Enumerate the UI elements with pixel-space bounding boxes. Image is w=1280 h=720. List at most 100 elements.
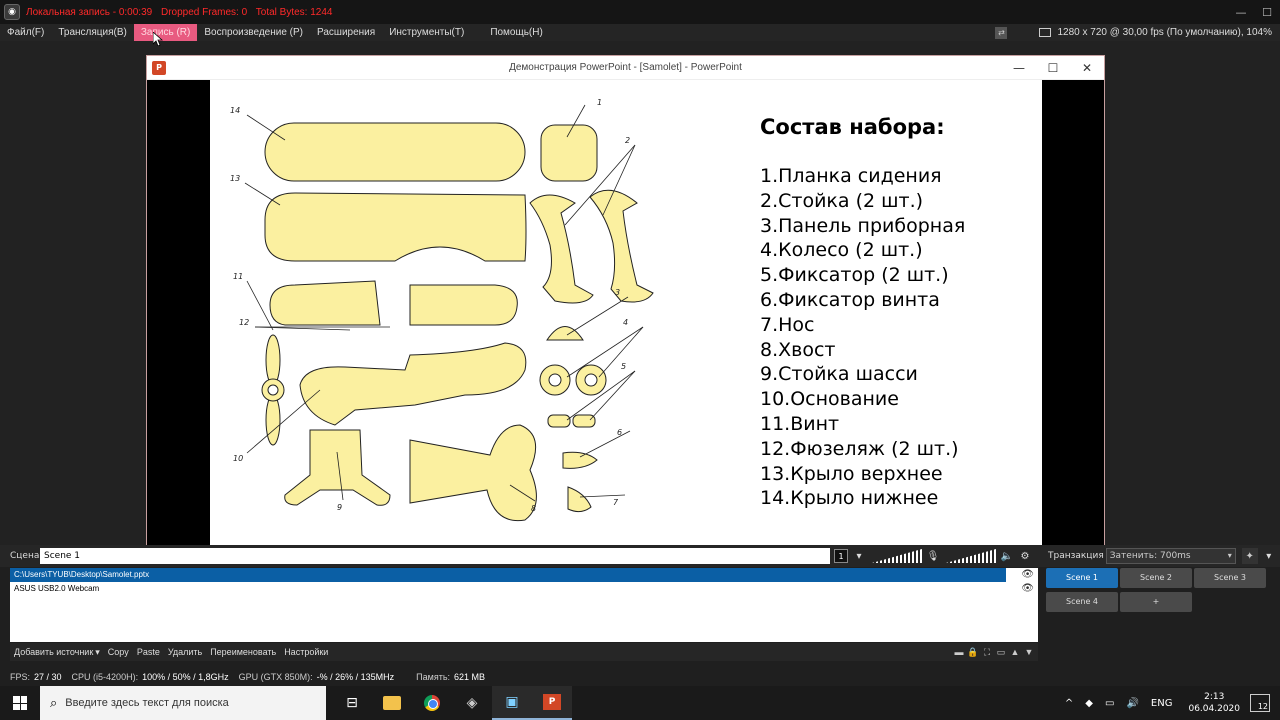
add-transition-icon[interactable]: ✦ xyxy=(1241,548,1258,564)
windows-icon xyxy=(13,696,27,710)
lock-icon[interactable]: 🔒 xyxy=(966,645,980,659)
recording-time: Локальная запись - 0:00:39 xyxy=(26,6,153,18)
label-10: 10 xyxy=(233,454,243,463)
menu-help[interactable]: Помощь(H) xyxy=(483,24,550,41)
maximize-icon[interactable]: ☐ xyxy=(1254,0,1280,24)
add-scene-button[interactable]: + xyxy=(1120,592,1192,612)
clock-time: 2:13 xyxy=(1204,692,1225,702)
part-strut-left xyxy=(529,194,594,304)
menu-bar: Файл(F) Трансляция(B) Запись (R) Воспрои… xyxy=(0,24,1280,41)
resize-icon[interactable]: ▭ xyxy=(994,645,1008,659)
clock-date: 06.04.2020 xyxy=(1188,704,1240,714)
microphone-icon[interactable]: 🎙 xyxy=(926,549,940,563)
menu-file[interactable]: Файл(F) xyxy=(0,24,51,41)
transition-select[interactable]: Затенить: 700ms xyxy=(1105,548,1236,564)
eye-icon[interactable]: 👁 xyxy=(1021,582,1034,596)
menu-broadcast[interactable]: Трансляция(B) xyxy=(51,24,134,41)
move-down-icon[interactable]: ▼ xyxy=(1022,645,1036,659)
folder-icon[interactable]: ▬ xyxy=(952,645,966,659)
chrome-icon[interactable] xyxy=(412,686,452,720)
fit-icon[interactable]: ⛶ xyxy=(980,645,994,659)
delete-button[interactable]: Удалить xyxy=(168,647,202,657)
parts-list: 1.Планка сидения 2.Стойка (2 шт.) 3.Пане… xyxy=(760,164,965,511)
fps-label: FPS: xyxy=(10,672,31,682)
part-propeller-top xyxy=(265,334,281,386)
mic-audio-meter[interactable] xyxy=(946,549,996,563)
share-icon[interactable]: ⇄ xyxy=(995,26,1008,39)
airplane-parts-diagram: 14 13 12 11 10 9 8 7 6 5 4 3 2 1 xyxy=(230,98,654,522)
add-source-button[interactable]: Добавить источник xyxy=(14,647,93,657)
powerpoint-taskbar-icon[interactable]: P xyxy=(532,686,572,720)
settings-button[interactable]: Настройки xyxy=(284,647,328,657)
windows-taskbar: ⌕ Введите здесь текст для поиска ⊟ ◈ ▣ P… xyxy=(0,686,1280,720)
move-up-icon[interactable]: ▲ xyxy=(1008,645,1022,659)
part-upper-wing xyxy=(264,192,527,262)
chevron-down-icon[interactable]: ▾ xyxy=(95,647,100,658)
minimize-icon[interactable]: — xyxy=(1228,0,1254,24)
desktop-audio-meter[interactable] xyxy=(872,549,922,563)
label-14: 14 xyxy=(230,106,240,115)
obs-taskbar-icon[interactable]: ▣ xyxy=(492,686,532,720)
label-7: 7 xyxy=(613,498,619,507)
search-placeholder: Введите здесь текст для поиска xyxy=(65,697,229,709)
menu-record[interactable]: Запись (R) xyxy=(133,24,198,41)
eye-icon[interactable]: 👁 xyxy=(1021,568,1034,582)
system-tray: ^ ◆ ▭ 🔊 ENG 2:13 06.04.2020 12 xyxy=(1059,686,1280,720)
start-button[interactable] xyxy=(0,686,40,720)
part-item: 2.Стойка (2 шт.) xyxy=(760,189,924,212)
copy-button[interactable]: Copy xyxy=(108,647,129,657)
part-prop-clamp xyxy=(562,451,598,469)
rename-button[interactable]: Переименовать xyxy=(210,647,276,657)
label-12: 12 xyxy=(239,318,249,327)
scene-button-4[interactable]: Scene 4 xyxy=(1046,592,1118,612)
label-3: 3 xyxy=(615,288,620,297)
scene-button-1[interactable]: Scene 1 xyxy=(1046,568,1118,588)
menu-extensions[interactable]: Расширения xyxy=(310,24,382,41)
volume-icon[interactable]: 🔊 xyxy=(1126,698,1138,709)
chevron-up-icon[interactable]: ^ xyxy=(1065,698,1073,709)
dropbox-icon[interactable]: ◆ xyxy=(1085,698,1093,709)
task-view-icon[interactable]: ⊟ xyxy=(332,686,372,720)
menu-playback[interactable]: Воспроизведение (P) xyxy=(197,24,310,41)
source-item[interactable]: C:\Users\TYUB\Desktop\Samolet.pptx 👁 xyxy=(10,568,1034,582)
language-indicator[interactable]: ENG xyxy=(1151,698,1173,709)
part-item: 7.Нос xyxy=(760,313,815,336)
chevron-down-icon[interactable]: ▾ xyxy=(1262,549,1276,563)
part-item: 8.Хвост xyxy=(760,338,836,361)
clock[interactable]: 2:13 06.04.2020 xyxy=(1188,691,1240,715)
scene-button-3[interactable]: Scene 3 xyxy=(1194,568,1266,588)
file-explorer-icon[interactable] xyxy=(372,686,412,720)
slideshow-area: 14 13 12 11 10 9 8 7 6 5 4 3 2 1 Состав … xyxy=(147,80,1104,545)
title-bar: ◉ Локальная запись - 0:00:39 Dropped Fra… xyxy=(0,0,1280,24)
label-13: 13 xyxy=(230,174,240,183)
gpu-label: GPU (GTX 850M): xyxy=(238,672,313,682)
app-icon[interactable]: ◈ xyxy=(452,686,492,720)
paste-button[interactable]: Paste xyxy=(137,647,160,657)
part-item: 10.Основание xyxy=(760,388,899,411)
scene-button-2[interactable]: Scene 2 xyxy=(1120,568,1192,588)
notifications-icon[interactable]: 12 xyxy=(1250,694,1270,712)
menu-tools[interactable]: Инструменты(T) xyxy=(382,24,471,41)
taskbar-search[interactable]: ⌕ Введите здесь текст для поиска xyxy=(40,686,326,720)
gear-icon[interactable]: ⚙ xyxy=(1018,549,1032,563)
part-base xyxy=(299,342,527,426)
label-6: 6 xyxy=(617,428,622,437)
part-item: 13.Крыло верхнее xyxy=(760,462,943,485)
source-item[interactable]: ASUS USB2.0 Webcam 👁 xyxy=(10,582,1038,596)
scene-select[interactable]: Scene 1 xyxy=(40,548,830,564)
speaker-icon[interactable]: 🔈 xyxy=(1000,549,1014,563)
memory-value: 621 MB xyxy=(454,672,486,682)
label-1: 1 xyxy=(597,98,602,107)
part-nose xyxy=(567,486,592,513)
chevron-down-icon[interactable]: ▾ xyxy=(852,549,866,563)
monitor-toggle-icon[interactable]: 1 xyxy=(834,549,848,563)
pp-maximize-icon[interactable]: ☐ xyxy=(1036,56,1070,80)
pp-minimize-icon[interactable]: — xyxy=(1002,56,1036,80)
part-lower-wing xyxy=(264,122,526,182)
network-icon[interactable]: ▭ xyxy=(1105,698,1114,709)
part-item: 1.Планка сидения xyxy=(760,165,942,187)
powerpoint-title: Демонстрация PowerPoint - [Samolet] - Po… xyxy=(509,62,742,73)
memory-label: Память: xyxy=(416,672,451,682)
obs-app-icon: ◉ xyxy=(4,4,20,20)
pp-close-icon[interactable]: ✕ xyxy=(1070,56,1104,80)
